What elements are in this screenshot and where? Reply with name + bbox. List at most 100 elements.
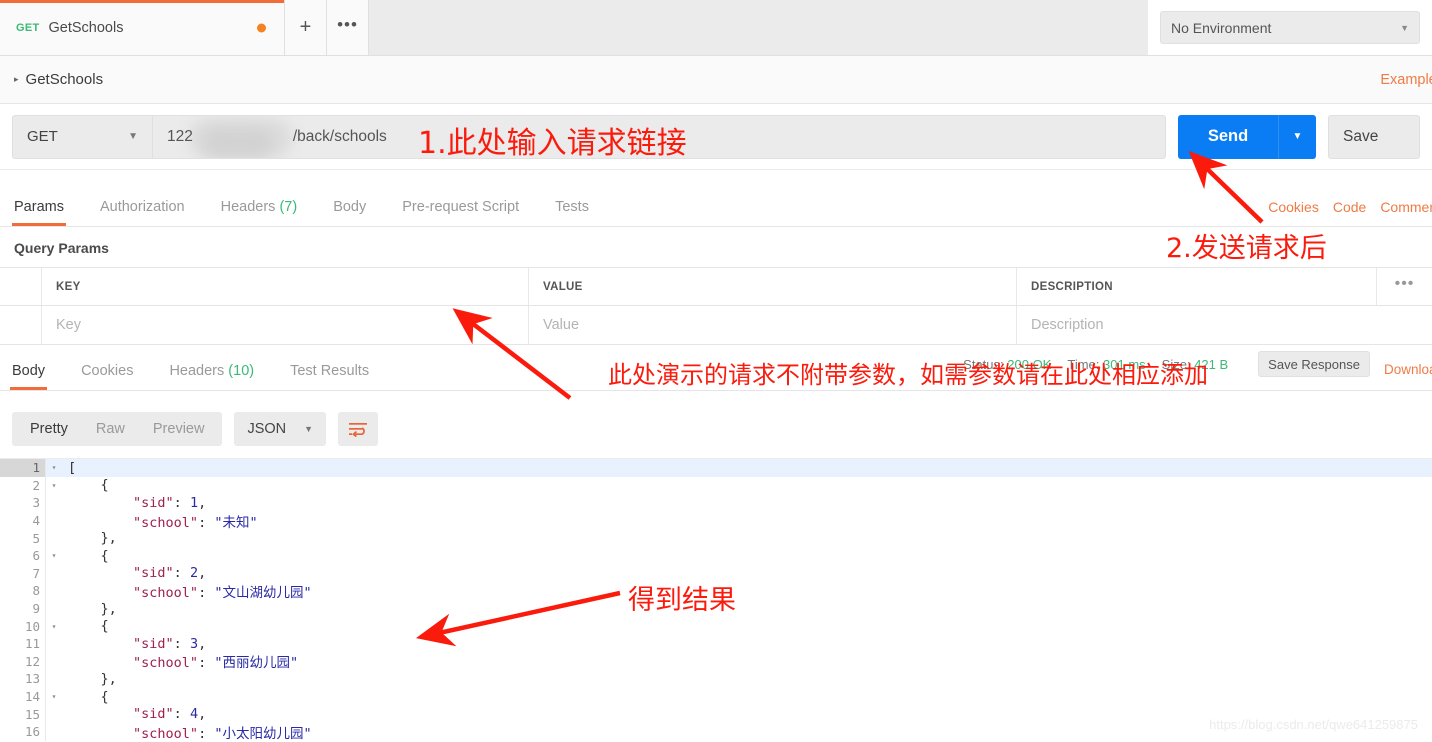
code-line: 6 ▾ { xyxy=(0,546,1432,565)
response-tab-cookies[interactable]: Cookies xyxy=(81,363,133,390)
tab-pre-request-script[interactable]: Pre-request Script xyxy=(402,199,519,226)
size-label: Size: xyxy=(1161,356,1191,372)
line-number: 10 xyxy=(0,617,46,635)
download-link[interactable]: Download xyxy=(1384,362,1432,390)
line-number: 11 xyxy=(0,634,46,653)
new-tab-button[interactable]: + xyxy=(285,0,327,55)
tab-body-label: Body xyxy=(333,199,367,215)
request-links: Cookies Code Comments xyxy=(1268,199,1432,226)
tab-authorization-label: Authorization xyxy=(99,199,185,215)
bulk-edit-icon[interactable]: ••• xyxy=(1376,268,1432,305)
http-method-value: GET xyxy=(27,128,58,145)
tab-tests-label: Tests xyxy=(555,199,589,215)
tab-params-label: Params xyxy=(14,199,64,215)
request-tab-getschools[interactable]: GET GetSchools xyxy=(0,0,285,55)
view-mode-pretty[interactable]: Pretty xyxy=(16,421,82,437)
send-options-icon[interactable]: ▼ xyxy=(1278,114,1316,159)
status-metric: Status: 200 OK xyxy=(963,357,1051,372)
save-response-button[interactable]: Save Response xyxy=(1258,351,1370,377)
line-number: 16 xyxy=(0,722,46,741)
fold-triangle-icon[interactable]: ▾ xyxy=(46,477,62,495)
fold-triangle-icon[interactable]: ▾ xyxy=(46,459,62,477)
code-text: "sid": 1, xyxy=(133,494,207,511)
param-value-input[interactable]: Value xyxy=(529,306,1017,344)
line-number: 9 xyxy=(0,599,46,618)
fold-triangle-icon[interactable]: ▾ xyxy=(46,688,62,706)
url-prefix: 122 xyxy=(167,127,193,145)
view-mode-preview[interactable]: Preview xyxy=(139,421,219,437)
cookies-link[interactable]: Cookies xyxy=(1268,199,1319,215)
environment-select[interactable]: No Environment ▼ xyxy=(1160,11,1420,44)
response-tab-headers[interactable]: Headers (10) xyxy=(169,363,254,390)
code-line: 11 "sid": 3, xyxy=(0,634,1432,653)
tab-headers[interactable]: Headers (7) xyxy=(221,199,298,226)
time-label: Time: xyxy=(1067,356,1100,372)
tab-options-icon[interactable]: ••• xyxy=(327,0,369,55)
column-header-key: KEY xyxy=(42,268,529,305)
response-tab-test-results[interactable]: Test Results xyxy=(290,363,369,390)
comments-link[interactable]: Comments xyxy=(1380,199,1432,215)
word-wrap-icon[interactable] xyxy=(338,412,379,446)
param-description-input[interactable]: Description xyxy=(1017,306,1432,344)
word-wrap-glyph xyxy=(349,422,368,437)
line-number: 4 xyxy=(0,511,46,530)
response-tabs-bar: Body Cookies Headers (10) Test Results S… xyxy=(0,345,1432,391)
save-button[interactable]: Save xyxy=(1328,114,1420,159)
code-text: { xyxy=(100,618,109,635)
response-tab-body-label: Body xyxy=(12,363,46,379)
request-tabs: Params Authorization Headers (7) Body Pr… xyxy=(0,183,1432,227)
send-group: Send ▼ xyxy=(1178,114,1316,159)
code-line: 9 }, xyxy=(0,599,1432,618)
code-line: 3 "sid": 1, xyxy=(0,494,1432,512)
response-meta: Status: 200 OK Time: 301 ms Size: 421 B … xyxy=(963,351,1370,390)
view-mode-raw[interactable]: Raw xyxy=(82,421,139,437)
redacted-host-blur xyxy=(195,126,291,148)
chevron-down-icon: ▼ xyxy=(304,424,314,434)
line-number: 8 xyxy=(0,582,46,600)
header-checkbox-cell xyxy=(0,268,42,305)
collapse-triangle-icon[interactable]: ▸ xyxy=(14,74,19,85)
unsaved-dot-icon xyxy=(257,23,266,32)
send-button[interactable]: Send xyxy=(1178,114,1278,159)
response-tab-body[interactable]: Body xyxy=(9,363,48,390)
line-number: 2 xyxy=(0,476,46,495)
code-line: 2 ▾ { xyxy=(0,476,1432,495)
code-line: 7 "sid": 2, xyxy=(0,564,1432,583)
fold-triangle-icon[interactable]: ▾ xyxy=(46,547,62,565)
code-link[interactable]: Code xyxy=(1333,199,1366,215)
param-key-input[interactable]: Key xyxy=(42,306,529,344)
request-tab-method: GET xyxy=(16,21,40,34)
tab-tests[interactable]: Tests xyxy=(555,199,589,226)
response-body-editor[interactable]: 1 ▾[2 ▾ {3 "sid": 1, 4 "school": "未知" 5 }, 6 ▾… xyxy=(0,458,1432,742)
column-header-value: VALUE xyxy=(529,268,1017,305)
code-line: 13 }, xyxy=(0,670,1432,688)
http-method-select[interactable]: GET ▼ xyxy=(12,114,152,159)
language-value: JSON xyxy=(247,421,287,437)
examples-link[interactable]: Examples xyxy=(1380,72,1432,88)
code-line: 14 ▾ { xyxy=(0,687,1432,706)
code-text: "sid": 4, xyxy=(133,706,207,723)
url-suffix: /back/schools xyxy=(292,127,387,145)
code-text: "school": "未知" xyxy=(133,514,258,531)
environment-value: No Environment xyxy=(1171,19,1272,36)
code-line: 1 ▾ [ xyxy=(0,459,1432,477)
response-tab-headers-label: Headers xyxy=(169,363,225,379)
url-input[interactable]: 122 /back/schools xyxy=(152,114,1166,159)
code-text: { xyxy=(100,547,109,564)
row-checkbox[interactable] xyxy=(0,306,42,344)
breadcrumb: ▸ GetSchools Examples xyxy=(0,56,1432,104)
fold-triangle-icon[interactable]: ▾ xyxy=(46,617,62,635)
language-select[interactable]: JSON ▼ xyxy=(234,412,327,446)
tab-params[interactable]: Params xyxy=(12,199,66,226)
tab-body[interactable]: Body xyxy=(333,199,366,226)
code-line: 8 "school": "文山湖幼儿园" xyxy=(0,582,1432,601)
url-bar: GET ▼ 122 /back/schools Send ▼ Save xyxy=(0,104,1432,170)
tab-authorization[interactable]: Authorization xyxy=(100,199,185,226)
status-label: Status: xyxy=(963,356,1004,372)
